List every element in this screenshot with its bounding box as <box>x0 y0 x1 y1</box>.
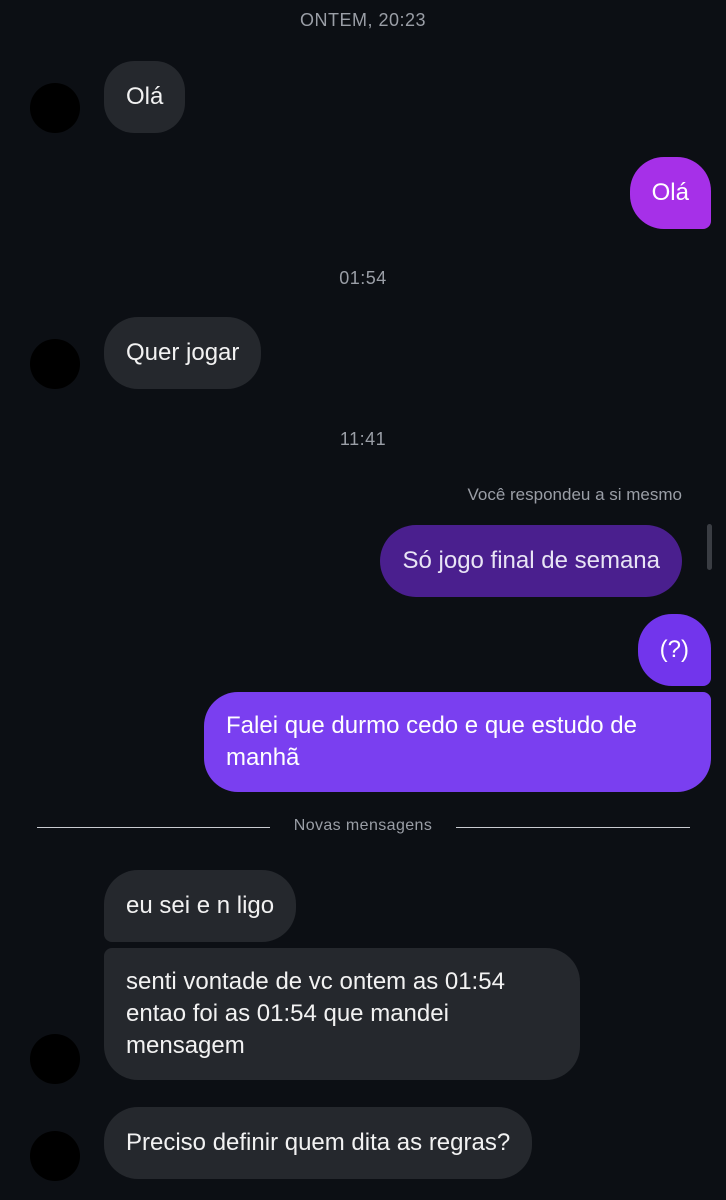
avatar[interactable] <box>30 339 80 389</box>
avatar[interactable] <box>30 1034 80 1084</box>
scrollbar[interactable] <box>707 524 712 570</box>
timestamp: 11:41 <box>339 429 387 449</box>
avatar[interactable] <box>30 83 80 133</box>
timestamp: 01:54 <box>339 268 387 288</box>
incoming-message[interactable]: senti vontade de vc ontem as 01:54 entao… <box>104 948 580 1080</box>
new-messages-divider: Novas mensagens <box>293 817 433 834</box>
incoming-message[interactable]: Quer jogar <box>104 317 262 389</box>
outgoing-message[interactable]: (?) <box>637 614 711 686</box>
replied-message[interactable]: Só jogo final de semana <box>380 525 682 597</box>
reply-note: Você respondeu a si mesmo <box>467 485 682 504</box>
incoming-message[interactable]: Preciso definir quem dita as regras? <box>104 1107 533 1179</box>
incoming-message[interactable]: Olá <box>104 61 186 133</box>
outgoing-message[interactable]: Falei que durmo cedo e que estudo de man… <box>204 692 711 792</box>
outgoing-message[interactable]: Olá <box>629 157 711 229</box>
incoming-message[interactable]: eu sei e n ligo <box>104 870 297 942</box>
divider-line-right <box>456 827 690 828</box>
avatar[interactable] <box>30 1131 80 1181</box>
timestamp: ONTEM, 20:23 <box>299 10 427 30</box>
